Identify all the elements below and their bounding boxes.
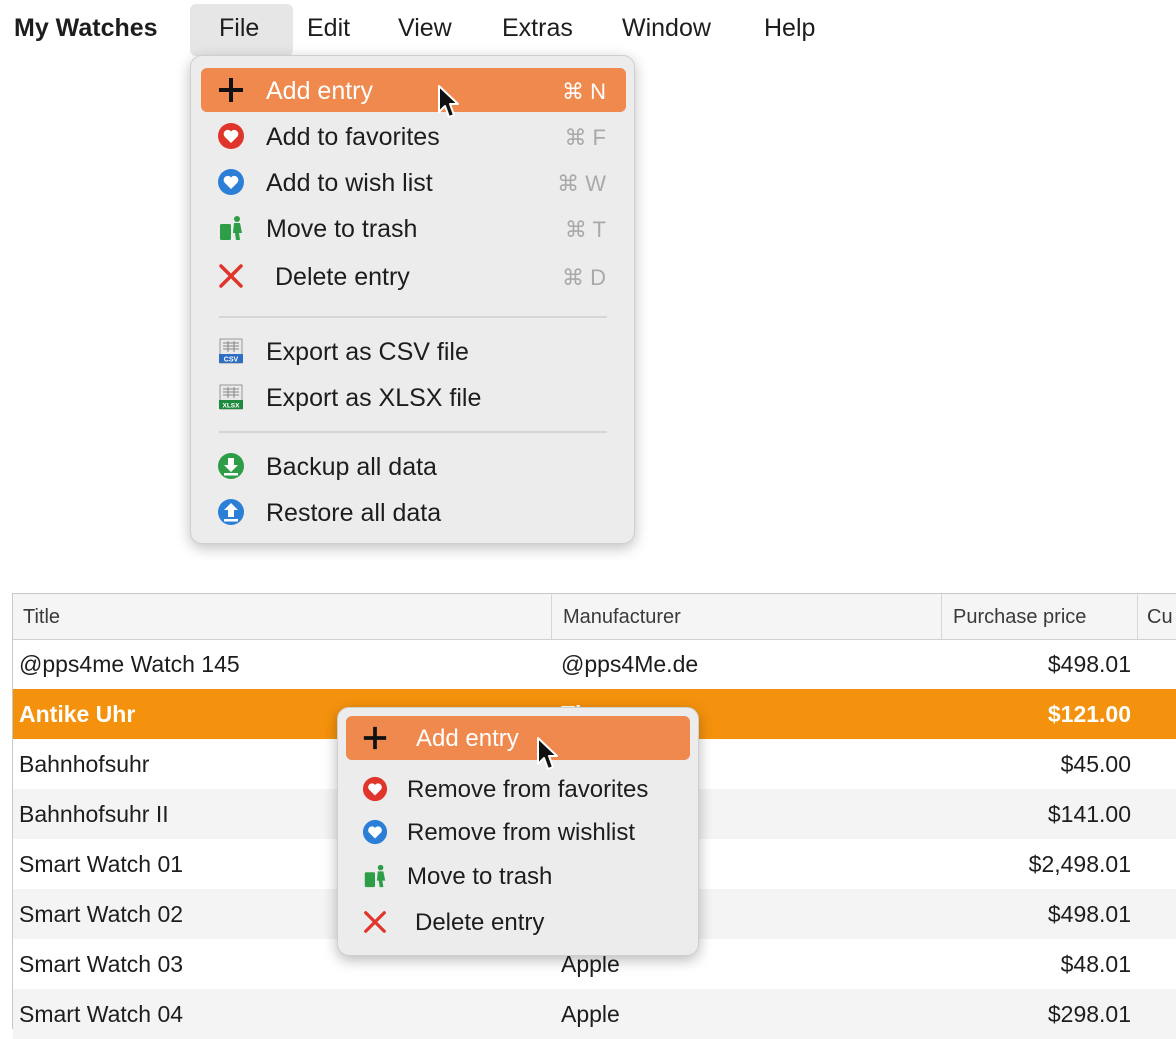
menu-file[interactable]: File (219, 14, 259, 43)
cell-price: $141.00 (1047, 801, 1131, 827)
cell-price: $498.01 (1047, 901, 1131, 927)
menu-item-label: Backup all data (266, 453, 437, 481)
app-name-menu[interactable]: My Watches (14, 14, 158, 43)
cell-title: Smart Watch 03 (19, 951, 184, 977)
menu-bar: My Watches File Edit View Extras Window … (0, 0, 1176, 56)
menu-item-restore[interactable]: Restore all data (201, 490, 626, 534)
cell-title: Bahnhofsuhr II (19, 801, 169, 827)
context-item-remove-favorites[interactable]: Remove from favorites (346, 767, 690, 811)
cell-manufacturer: Apple (561, 1001, 620, 1027)
cell-title: Antike Uhr (19, 701, 136, 727)
csv-file-icon: CSV (219, 338, 243, 364)
context-item-label: Remove from favorites (407, 776, 649, 803)
heart-blue-icon (218, 169, 244, 195)
menu-separator (219, 316, 607, 318)
menu-item-label: Export as CSV file (266, 338, 469, 366)
plus-icon (363, 726, 387, 750)
column-header-title[interactable]: Title (23, 606, 60, 629)
restore-icon (218, 499, 244, 525)
menu-separator (219, 431, 607, 433)
menu-item-move-to-trash[interactable]: Move to trash ⌘ T (201, 206, 626, 250)
menu-item-shortcut: ⌘ F (564, 125, 606, 150)
menu-edit[interactable]: Edit (307, 14, 350, 43)
menu-item-label: Restore all data (266, 499, 442, 527)
menu-item-delete-entry[interactable]: Delete entry ⌘ D (201, 254, 626, 298)
menu-window[interactable]: Window (622, 14, 711, 43)
cell-title: Bahnhofsuhr (19, 751, 150, 777)
context-item-label: Add entry (416, 725, 519, 752)
menu-item-backup[interactable]: Backup all data (201, 444, 626, 488)
menu-item-label: Export as XLSX file (266, 384, 482, 412)
context-item-label: Delete entry (415, 909, 545, 936)
menu-item-label: Add to favorites (266, 123, 440, 151)
menu-item-add-to-favorites[interactable]: Add to favorites ⌘ F (201, 114, 626, 158)
menu-item-shortcut: ⌘ W (557, 171, 606, 196)
context-item-label: Move to trash (407, 863, 553, 890)
menu-item-shortcut: ⌘ N (562, 79, 606, 104)
cell-title: Smart Watch 02 (19, 901, 184, 927)
column-header-cu[interactable]: Cu (1147, 606, 1173, 629)
cell-title: @pps4me Watch 145 (19, 651, 240, 677)
svg-text:CSV: CSV (224, 357, 239, 364)
context-item-remove-wishlist[interactable]: Remove from wishlist (346, 810, 690, 854)
context-item-move-to-trash[interactable]: Move to trash (346, 854, 690, 898)
delete-x-icon (364, 911, 386, 933)
trash-icon (220, 216, 242, 240)
context-item-delete-entry[interactable]: Delete entry (346, 900, 690, 944)
menu-extras[interactable]: Extras (502, 14, 573, 43)
menu-item-label: Add entry (266, 77, 374, 105)
column-divider[interactable] (941, 594, 942, 639)
heart-red-icon (218, 123, 244, 149)
cell-price: $298.01 (1047, 1001, 1131, 1027)
heart-blue-icon (362, 819, 388, 845)
heart-red-icon (362, 776, 388, 802)
plus-icon (219, 78, 243, 102)
delete-x-icon (219, 264, 243, 288)
menu-item-add-entry[interactable]: Add entry ⌘ N (201, 68, 626, 112)
context-item-add-entry[interactable]: Add entry (346, 716, 690, 760)
cell-price: $2,498.01 (1028, 851, 1131, 877)
table-row[interactable]: @pps4me Watch 145 @pps4Me.de $498.01 (13, 639, 1176, 689)
menu-view[interactable]: View (398, 14, 452, 43)
column-divider[interactable] (551, 594, 552, 639)
menu-help[interactable]: Help (764, 14, 815, 43)
cell-price: $121.00 (1047, 701, 1131, 727)
trash-icon (364, 864, 386, 888)
backup-icon (218, 453, 244, 479)
menu-item-label: Delete entry (275, 263, 410, 291)
xlsx-file-icon: XLSX (219, 384, 243, 410)
svg-text:XLSX: XLSX (223, 403, 241, 410)
column-header-purchase-price[interactable]: Purchase price (953, 606, 1086, 629)
cell-title: Smart Watch 01 (19, 851, 184, 877)
mouse-cursor-icon (438, 85, 459, 118)
menu-item-export-xlsx[interactable]: XLSX Export as XLSX file (201, 375, 626, 419)
menu-item-export-csv[interactable]: CSV Export as CSV file (201, 329, 626, 373)
file-menu-dropdown: Add entry ⌘ N Add to favorites ⌘ F Add t… (190, 55, 635, 544)
cell-manufacturer: @pps4Me.de (561, 651, 699, 677)
menu-item-shortcut: ⌘ T (564, 217, 606, 242)
menu-item-shortcut: ⌘ D (562, 265, 606, 290)
menu-item-add-to-wish-list[interactable]: Add to wish list ⌘ W (201, 160, 626, 204)
mouse-cursor-icon (537, 737, 558, 770)
table-header: Title Manufacturer Purchase price Cu (13, 594, 1176, 640)
cell-price: $498.01 (1047, 651, 1131, 677)
context-item-label: Remove from wishlist (407, 819, 636, 846)
column-header-manufacturer[interactable]: Manufacturer (563, 606, 681, 629)
cell-price: $48.01 (1060, 951, 1131, 977)
table-row[interactable]: Smart Watch 04 Apple $298.01 (13, 989, 1176, 1039)
column-divider[interactable] (1137, 594, 1138, 639)
cell-title: Smart Watch 04 (19, 1001, 184, 1027)
cell-price: $45.00 (1060, 751, 1131, 777)
menu-item-label: Move to trash (266, 215, 418, 243)
menu-item-label: Add to wish list (266, 169, 433, 197)
context-menu: Add entry Remove from favorites Remove f… (337, 707, 699, 956)
